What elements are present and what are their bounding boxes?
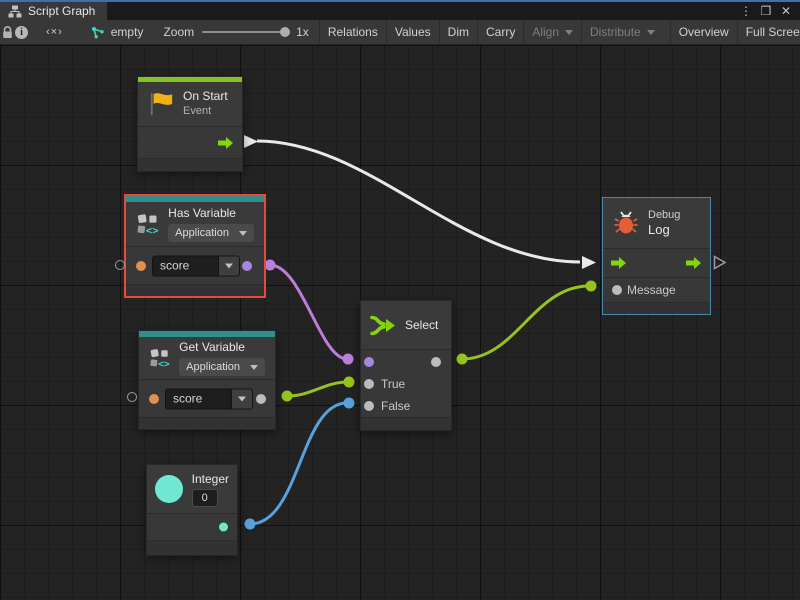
selection-output-port[interactable]	[431, 357, 441, 367]
node-footer	[361, 417, 451, 430]
node-title: Log	[648, 222, 680, 238]
zoom-value: 1x	[296, 25, 309, 39]
scope-dropdown[interactable]: Application	[168, 224, 254, 242]
node-footer	[138, 158, 242, 171]
flow-output-port[interactable]	[686, 257, 702, 269]
node-title: Has Variable	[168, 206, 254, 221]
overview-button[interactable]: Overview	[670, 20, 737, 45]
node-footer	[126, 284, 264, 296]
info-icon: i	[15, 26, 28, 39]
node-kind: Debug	[648, 208, 680, 222]
node-subtitle: Event	[183, 104, 228, 118]
true-input-port[interactable]	[364, 379, 374, 389]
values-button[interactable]: Values	[386, 20, 439, 45]
node-has-variable-selection: <> Has Variable Application score	[124, 194, 266, 298]
distribute-dropdown: Distribute	[581, 20, 663, 45]
align-dropdown: Align	[523, 20, 581, 45]
window-controls: ⋮ ❒ ✕	[738, 2, 800, 20]
integer-value-input[interactable]: 0	[192, 489, 218, 507]
svg-text:<>: <>	[146, 224, 159, 237]
scope-dropdown[interactable]: Application	[179, 358, 265, 376]
node-get-variable[interactable]: <> Get Variable Application score	[138, 330, 276, 430]
toolbar-buttons: Relations Values Dim Carry Align Distrib…	[319, 20, 800, 45]
integer-icon	[155, 475, 183, 503]
node-title: Select	[405, 318, 438, 333]
value-output-port[interactable]	[256, 394, 266, 404]
variable-name-value[interactable]: score	[165, 388, 231, 409]
maximize-icon[interactable]: ❒	[758, 4, 774, 18]
zoom-label: Zoom	[163, 25, 194, 39]
node-debug-log[interactable]: Debug Log Message	[603, 198, 710, 314]
variable-name-port[interactable]	[149, 394, 159, 404]
script-graph-window: Script Graph ⋮ ❒ ✕ i ‹×› em	[0, 0, 800, 600]
message-input-port[interactable]	[612, 285, 622, 295]
graph-context-breadcrumb[interactable]: empty	[81, 25, 154, 39]
node-on-start[interactable]: On Start Event	[137, 76, 243, 172]
wire-select-to-message	[457, 281, 597, 365]
tab-bar: Script Graph ⋮ ❒ ✕	[0, 2, 800, 20]
graph-icon	[8, 5, 22, 18]
node-select[interactable]: Select True False	[360, 300, 452, 431]
node-footer	[139, 417, 275, 429]
flow-output-port[interactable]	[218, 137, 234, 149]
graph-toolbar: i ‹×› empty Zoom 1x Relations Values Dim	[0, 20, 800, 45]
wire-hasvariable-to-select	[265, 260, 354, 365]
unconnected-port-indicator[interactable]	[115, 260, 125, 270]
graph-context-label: empty	[111, 25, 144, 39]
variable-name-combo[interactable]: score	[152, 255, 240, 276]
zoom-control: Zoom 1x	[153, 25, 318, 39]
true-port-label: True	[381, 377, 405, 391]
unconnected-flow-indicator[interactable]	[713, 255, 727, 270]
flag-icon	[148, 91, 174, 117]
tab-title: Script Graph	[28, 4, 95, 18]
fullscreen-button[interactable]: Full Screen	[737, 20, 800, 45]
inspect-button[interactable]: i	[15, 20, 28, 45]
scope-label: Application	[186, 361, 240, 373]
svg-text:<>: <>	[158, 359, 170, 370]
scope-label: Application	[175, 227, 229, 239]
tab-script-graph[interactable]: Script Graph	[0, 2, 107, 20]
node-footer	[147, 540, 237, 555]
bug-icon	[613, 210, 639, 236]
dim-button[interactable]: Dim	[439, 20, 477, 45]
carry-button[interactable]: Carry	[477, 20, 523, 45]
false-input-port[interactable]	[364, 401, 374, 411]
wire-flow-onstart-to-log	[244, 135, 596, 269]
merge-arrow-icon	[369, 312, 396, 339]
node-title: Integer	[192, 472, 229, 487]
value-output-port[interactable]	[219, 523, 228, 532]
value-output-port[interactable]	[242, 261, 252, 271]
message-port-label: Message	[627, 283, 676, 297]
relations-button[interactable]: Relations	[319, 20, 386, 45]
node-integer[interactable]: Integer 0	[146, 464, 238, 556]
combo-dropdown-button[interactable]	[231, 388, 253, 409]
node-title: Get Variable	[179, 340, 265, 355]
node-title: On Start	[183, 89, 228, 104]
zoom-slider-knob[interactable]	[280, 27, 290, 37]
combo-dropdown-button[interactable]	[218, 255, 240, 276]
node-has-variable[interactable]: <> Has Variable Application score	[126, 196, 264, 296]
zoom-slider[interactable]	[202, 31, 288, 33]
graph-canvas[interactable]: On Start Event <>	[0, 45, 800, 600]
lock-icon	[0, 25, 15, 39]
node-footer	[603, 302, 710, 314]
lock-button[interactable]	[0, 20, 15, 45]
variable-name-combo[interactable]: score	[165, 388, 253, 409]
flow-input-port[interactable]	[611, 257, 627, 269]
code-icon[interactable]: ‹×›	[32, 26, 77, 38]
node-debug-log-highlight: Debug Log Message	[602, 197, 711, 315]
wire-getvariable-to-true	[282, 377, 355, 402]
variables-icon: <>	[136, 211, 159, 237]
close-icon[interactable]: ✕	[778, 4, 794, 18]
unconnected-port-indicator[interactable]	[127, 392, 137, 402]
empty-graph-icon	[91, 26, 105, 39]
condition-input-port[interactable]	[364, 357, 374, 367]
variable-name-port[interactable]	[136, 261, 146, 271]
false-port-label: False	[381, 399, 410, 413]
variable-name-value[interactable]: score	[152, 255, 218, 276]
menu-icon[interactable]: ⋮	[738, 4, 754, 18]
variables-icon: <>	[149, 345, 170, 371]
